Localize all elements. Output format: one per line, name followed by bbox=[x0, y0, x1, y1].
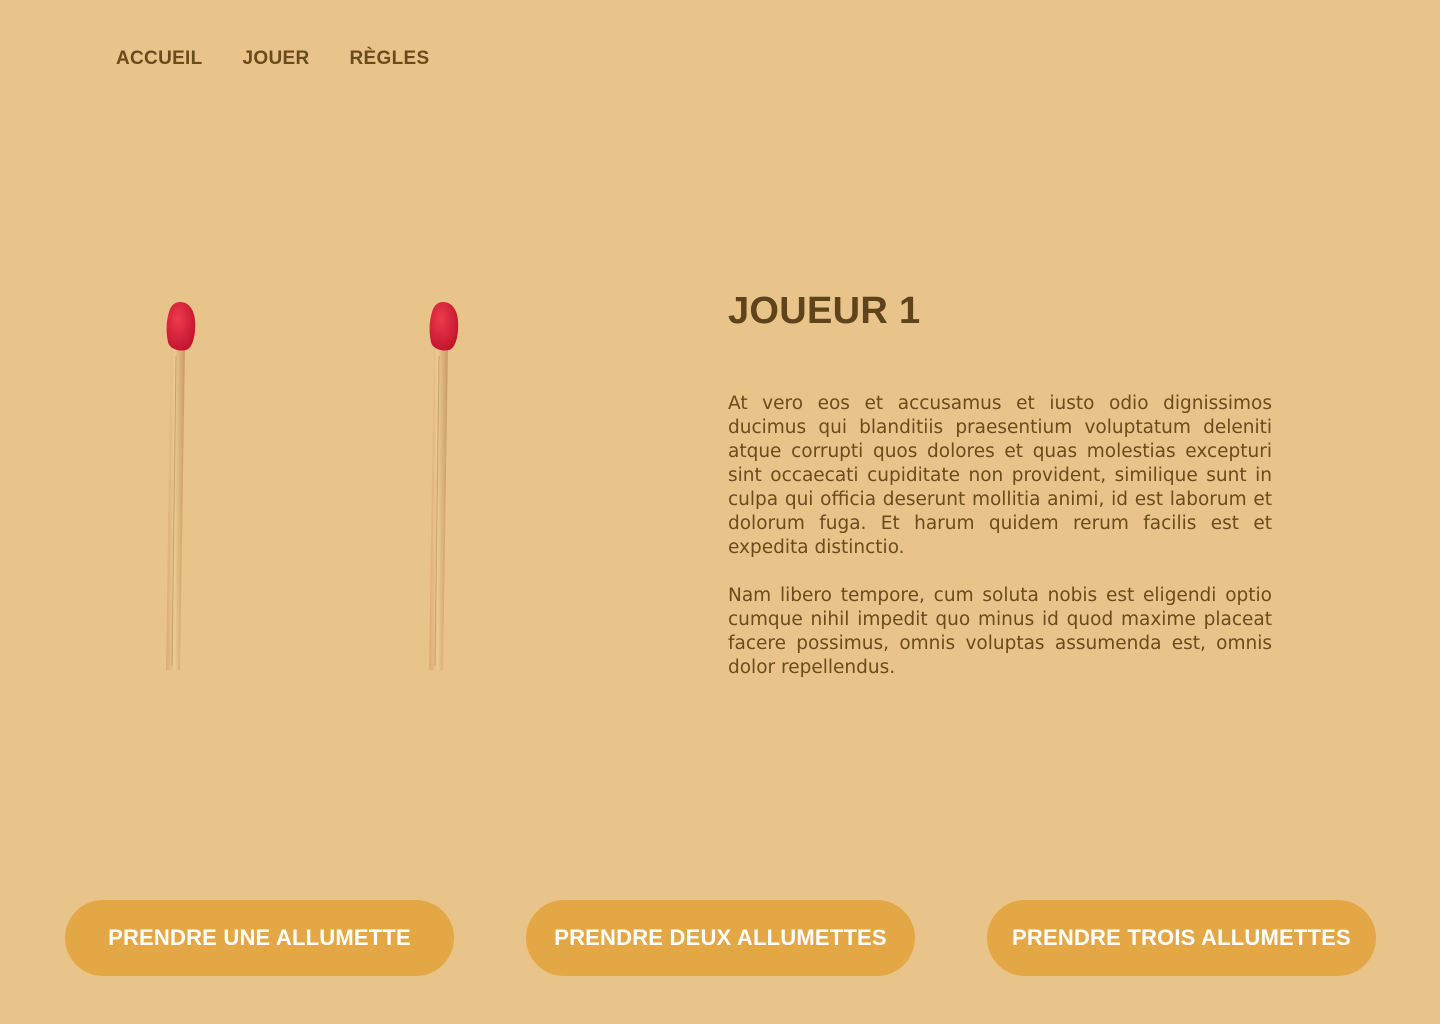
take-three-matches-button[interactable]: PRENDRE TROIS ALLUMETTES bbox=[987, 900, 1376, 976]
match-icon bbox=[166, 302, 196, 670]
nav-item-jouer[interactable]: JOUER bbox=[243, 48, 310, 70]
match-2[interactable] bbox=[419, 296, 459, 676]
paragraph: At vero eos et accusamus et iusto odio d… bbox=[728, 393, 1272, 558]
rules-text: At vero eos et accusamus et iusto odio d… bbox=[728, 392, 1272, 704]
match-icon bbox=[429, 302, 459, 670]
paragraph: Nam libero tempore, cum soluta nobis est… bbox=[728, 585, 1272, 678]
nav-item-regles[interactable]: RÈGLES bbox=[350, 48, 430, 70]
player-title: JOUEUR 1 bbox=[728, 290, 921, 332]
main-nav: ACCUEIL JOUER RÈGLES bbox=[116, 48, 429, 70]
match-1[interactable] bbox=[156, 296, 196, 676]
take-one-match-button[interactable]: PRENDRE UNE ALLUMETTE bbox=[65, 900, 454, 976]
take-two-matches-button[interactable]: PRENDRE DEUX ALLUMETTES bbox=[526, 900, 915, 976]
nav-item-accueil[interactable]: ACCUEIL bbox=[116, 48, 203, 70]
